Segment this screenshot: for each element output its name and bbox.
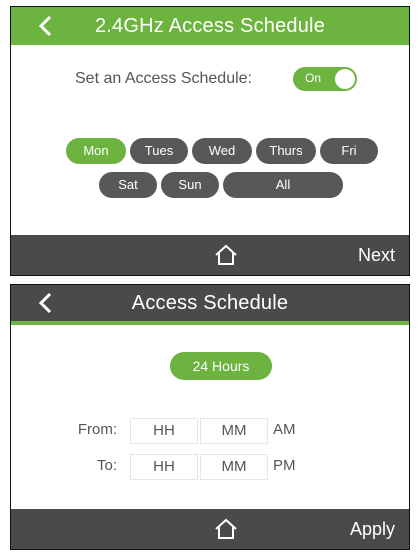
apply-button[interactable]: Apply — [350, 509, 395, 549]
day-button-sat[interactable]: Sat — [99, 172, 157, 198]
home-button[interactable] — [214, 518, 238, 540]
from-ampm-toggle[interactable]: AM — [273, 421, 296, 438]
page-title: Access Schedule — [131, 292, 289, 314]
title-bar: 2.4GHz Access Schedule — [11, 7, 409, 45]
schedule-label: Set an Access Schedule: — [75, 70, 252, 87]
home-icon — [215, 518, 237, 539]
day-button-thurs[interactable]: Thurs — [256, 138, 316, 164]
day-button-all[interactable]: All — [223, 172, 343, 198]
from-minute-field[interactable]: MM — [200, 418, 268, 444]
home-button[interactable] — [214, 244, 238, 266]
to-label: To: — [96, 457, 117, 474]
access-schedule-day-panel: 2.4GHz Access Schedule Set an Access Sch… — [10, 6, 410, 276]
day-button-fri[interactable]: Fri — [320, 138, 378, 164]
from-hour-field[interactable]: HH — [130, 418, 198, 444]
day-button-sun[interactable]: Sun — [161, 172, 219, 198]
home-icon — [215, 244, 237, 265]
day-button-wed[interactable]: Wed — [192, 138, 252, 164]
toggle-knob — [335, 69, 355, 89]
bottom-bar: Apply — [11, 509, 409, 549]
title-bar: Access Schedule — [11, 285, 409, 325]
access-schedule-time-panel: Access Schedule 24 Hours From: HH MM AM … — [10, 284, 410, 550]
bottom-bar: Next — [11, 235, 409, 275]
page-title: 2.4GHz Access Schedule — [94, 15, 326, 37]
24-hours-button[interactable]: 24 Hours — [170, 352, 272, 380]
next-button[interactable]: Next — [358, 235, 395, 275]
to-hour-field[interactable]: HH — [130, 454, 198, 480]
to-ampm-toggle[interactable]: PM — [273, 457, 296, 474]
schedule-toggle[interactable]: On — [293, 67, 357, 91]
day-button-mon[interactable]: Mon — [66, 138, 126, 164]
toggle-label: On — [305, 71, 322, 85]
schedule-toggle-row: Set an Access Schedule: On — [75, 67, 395, 93]
from-label: From: — [77, 421, 117, 438]
to-minute-field[interactable]: MM — [200, 454, 268, 480]
day-button-tues[interactable]: Tues — [130, 138, 188, 164]
